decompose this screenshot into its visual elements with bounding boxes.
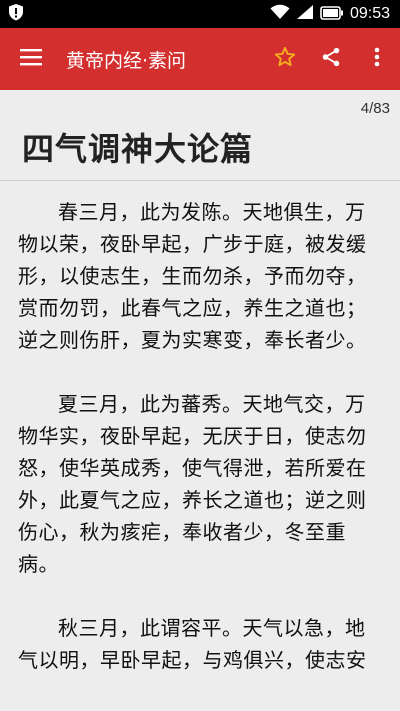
signal-icon <box>296 4 314 24</box>
battery-icon <box>320 5 344 24</box>
app-bar: 黄帝内经·素问 <box>0 28 400 90</box>
paragraph: 秋三月，此谓容平。天气以急，地气以明，早卧早起，与鸡俱兴，使志安 <box>18 616 367 672</box>
more-options-button[interactable] <box>354 28 400 90</box>
status-bar: 09:53 <box>0 0 400 28</box>
share-button[interactable] <box>308 28 354 90</box>
chapter-title: 四气调神大论篇 <box>22 130 254 168</box>
more-vertical-icon <box>374 47 380 71</box>
star-outline-icon <box>274 46 296 72</box>
reading-content[interactable]: 春三月，此为发陈。天地俱生，万物以荣，夜卧早起，广步于庭，被发缓形，以使志生，生… <box>18 196 384 708</box>
app-title: 黄帝内经·素问 <box>66 49 187 72</box>
shield-notification-icon <box>8 3 24 25</box>
menu-button[interactable] <box>0 28 62 90</box>
share-icon <box>320 46 342 72</box>
hamburger-menu-icon <box>20 48 42 70</box>
paragraph: 夏三月，此为蕃秀。天地气交，万物华实，夜卧早起，无厌于日，使志勿怒，使华英成秀，… <box>18 392 367 576</box>
wifi-icon <box>270 4 290 24</box>
page-indicator: 4/83 <box>360 100 390 117</box>
status-time: 09:53 <box>349 5 390 22</box>
title-divider <box>0 180 400 181</box>
favorite-button[interactable] <box>262 28 308 90</box>
paragraph: 春三月，此为发陈。天地俱生，万物以荣，夜卧早起，广步于庭，被发缓形，以使志生，生… <box>18 200 367 352</box>
